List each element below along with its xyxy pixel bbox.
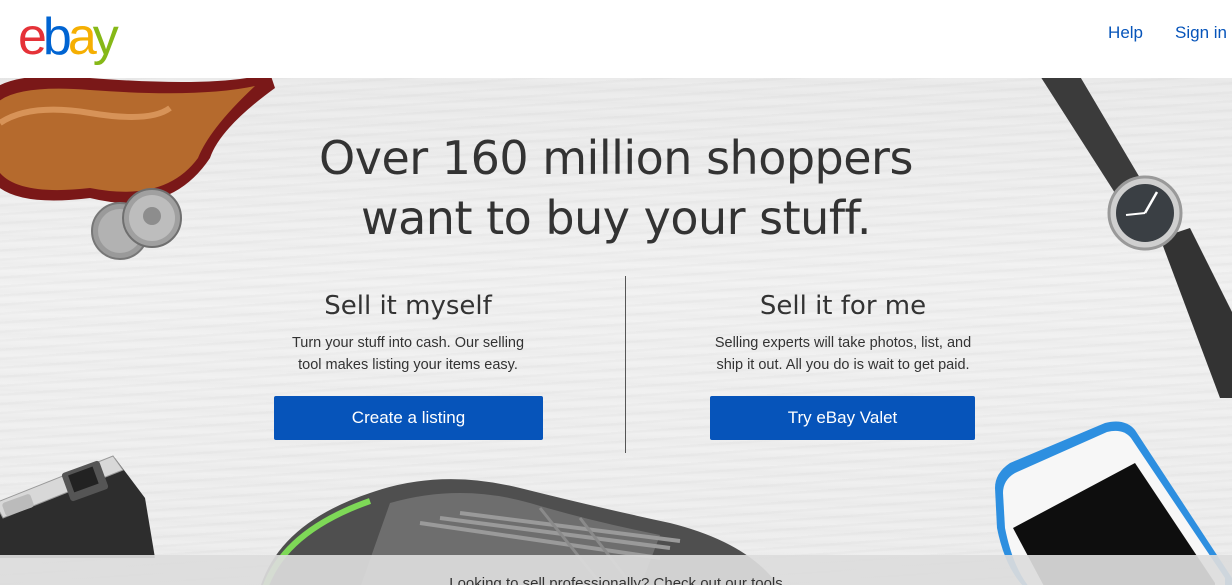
try-ebay-valet-button[interactable]: Try eBay Valet (710, 396, 975, 440)
logo-letter-b: b (42, 8, 72, 66)
header: ebay Help Sign in (0, 0, 1232, 78)
create-listing-button[interactable]: Create a listing (274, 396, 543, 440)
sell-myself-desc-line-1: Turn your stuff into cash. Our selling (291, 335, 525, 351)
help-link[interactable]: Help (1108, 23, 1143, 43)
section-divider (625, 276, 626, 453)
sell-for-me-desc-line-1: Selling experts will take photos, list, … (714, 335, 972, 351)
sell-myself-desc-line-2: tool makes listing your items easy. (298, 357, 518, 373)
sign-in-link[interactable]: Sign in (1175, 23, 1227, 43)
sell-myself-title: Sell it myself (324, 291, 492, 321)
top-nav: Help Sign in (1108, 23, 1227, 43)
sell-myself-section: Sell it myself Turn your stuff into cash… (258, 288, 558, 376)
ebay-logo[interactable]: ebay (18, 7, 119, 67)
logo-letter-y: y (92, 8, 119, 66)
headline-line-1: Over 160 million shoppers (319, 131, 913, 185)
sell-for-me-section: Sell it for me Selling experts will take… (693, 288, 993, 376)
sell-for-me-desc-line-2: ship it out. All you do is wait to get p… (716, 357, 970, 373)
hero-headline: Over 160 million shoppers want to buy yo… (0, 128, 1232, 248)
camera-image (0, 455, 155, 558)
logo-letter-a: a (67, 8, 97, 66)
logo-letter-e: e (18, 8, 47, 66)
sell-for-me-title: Sell it for me (759, 291, 927, 321)
headline-line-2: want to buy your stuff. (361, 191, 872, 245)
pro-seller-link[interactable]: Looking to sell professionally? Check ou… (0, 575, 1232, 585)
pro-seller-bar: Looking to sell professionally? Check ou… (0, 555, 1232, 585)
hero-banner: Over 160 million shoppers want to buy yo… (0, 78, 1232, 585)
